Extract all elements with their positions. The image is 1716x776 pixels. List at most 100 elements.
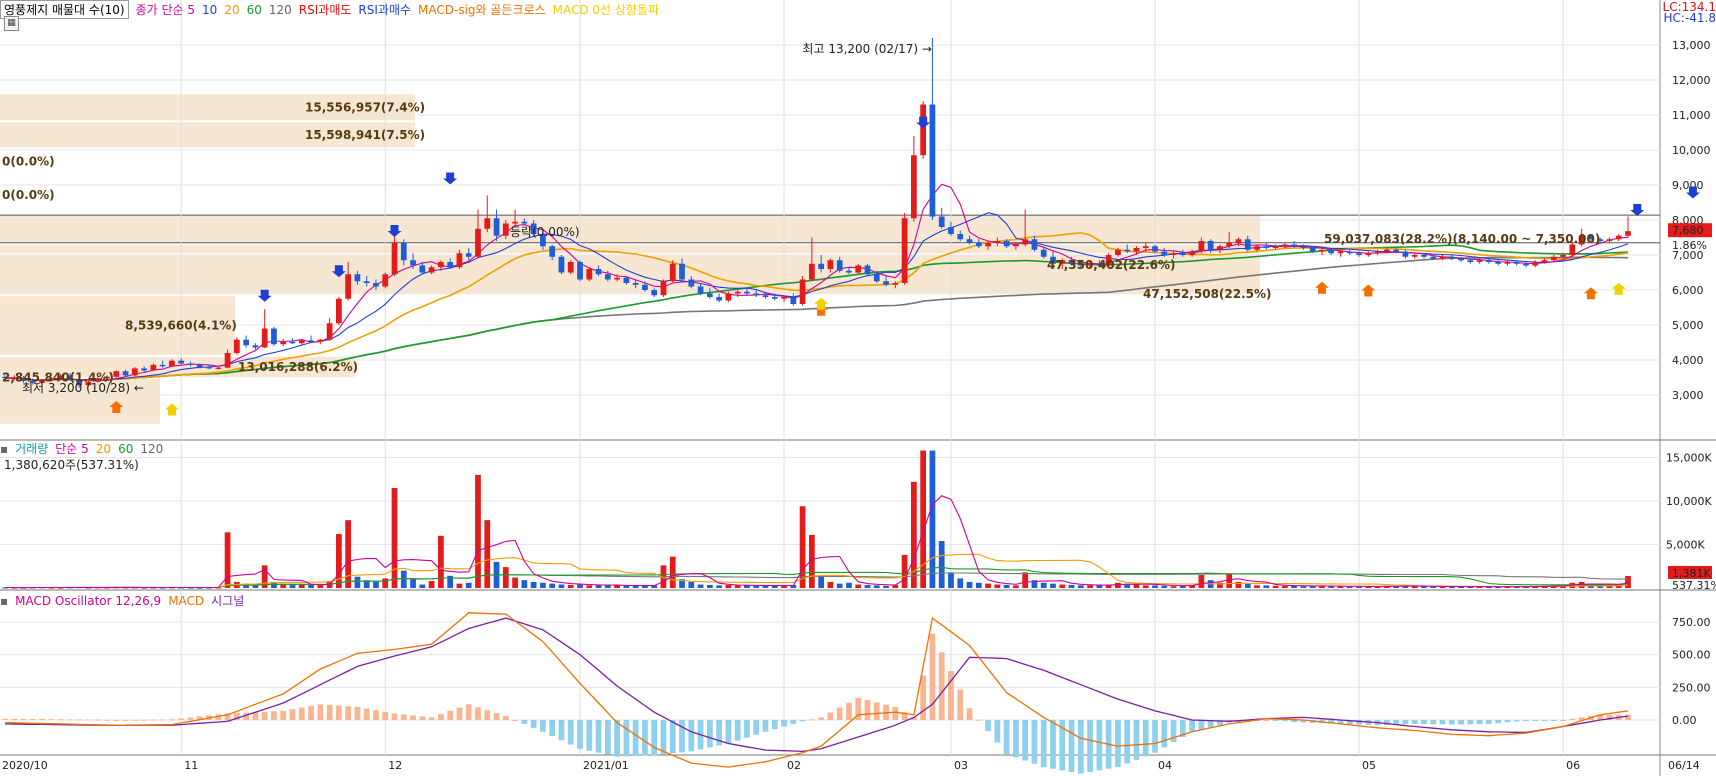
volume-profile-label: 15,556,957(7.4%) — [305, 100, 425, 114]
grid-icon[interactable]: ▦ — [4, 16, 19, 31]
macd-oscillator-bar — [1504, 720, 1511, 723]
macd-oscillator-bar — [298, 707, 305, 720]
macd-oscillator-bar — [1550, 720, 1557, 721]
candle-body — [994, 241, 1001, 243]
volume-bar — [484, 520, 491, 588]
volume-bar — [456, 583, 463, 588]
candle-body — [1495, 262, 1502, 264]
high-annotation: 최고 13,200 (02/17) → — [802, 42, 932, 56]
volume-profile-band — [0, 244, 1260, 254]
x-tick-label: 02 — [787, 759, 801, 772]
macd-oscillator-bar — [1569, 718, 1576, 720]
volume-bar — [1161, 585, 1168, 588]
macd-oscillator-bar — [1523, 720, 1529, 721]
candle-body — [1504, 262, 1511, 264]
volume-bar — [873, 585, 880, 588]
macd-oscillator-bar — [57, 719, 64, 721]
candle-body — [308, 340, 314, 342]
legend-macd-golden-cross: MACD-sig와 골든크로스 — [418, 3, 546, 17]
candle-body — [929, 104, 936, 217]
volume-bar — [1133, 584, 1140, 588]
macd-oscillator-bar — [706, 720, 713, 748]
volume-bar — [1013, 585, 1019, 588]
candle-body — [725, 293, 732, 301]
candle-body — [1170, 253, 1177, 255]
candle-body — [243, 339, 250, 346]
macd-oscillator-bar — [317, 704, 324, 720]
volume-bar — [1254, 585, 1260, 588]
candle-body — [113, 371, 120, 377]
macd-oscillator-bar — [1411, 720, 1418, 724]
volume-bar — [1198, 574, 1205, 588]
volume-tick-label: 10,000K — [1666, 495, 1712, 508]
macd-oscillator-bar — [29, 718, 36, 720]
candle-body — [196, 364, 203, 367]
price-tick-label: 12,000 — [1672, 74, 1711, 87]
macd-oscillator-bar — [382, 711, 389, 720]
macd-oscillator-bar — [957, 689, 964, 720]
macd-oscillator-bar — [1467, 720, 1474, 725]
x-tick-label: 05 — [1362, 759, 1376, 772]
macd-oscillator-bar — [846, 702, 852, 720]
volume-profile-label: 15,598,941(7.5%) — [305, 128, 425, 142]
candle-body — [1244, 239, 1251, 250]
stock-chart[interactable]: 3,0004,0005,0006,0007,0008,0009,00010,00… — [0, 0, 1716, 776]
volume-bar — [975, 582, 982, 588]
volume-bar — [753, 585, 760, 588]
macd-oscillator-bar — [438, 714, 444, 720]
candle-body — [326, 323, 333, 340]
candle-body — [1281, 244, 1288, 247]
candle-body — [1569, 244, 1576, 255]
macd-oscillator-bar — [410, 715, 416, 720]
candle-body — [484, 218, 491, 229]
chart-title[interactable]: 영풍제지 매물대 수(10) — [0, 0, 129, 19]
x-tick-label: 06 — [1566, 759, 1580, 772]
candle-body — [271, 328, 277, 345]
legend-signal: 시그널 — [211, 594, 245, 608]
macd-oscillator-bar — [159, 719, 166, 721]
candle-body — [753, 293, 760, 296]
volume-bar — [558, 584, 565, 588]
candle-body — [549, 246, 556, 257]
volume-bar — [1356, 586, 1362, 588]
volume-tick-label: 5,000K — [1666, 539, 1705, 552]
macd-oscillator-bar — [1068, 720, 1075, 772]
candle-body — [382, 274, 389, 287]
macd-oscillator-bar — [530, 720, 537, 728]
macd-oscillator-bar — [567, 720, 574, 745]
volume-bar — [410, 579, 416, 588]
hc-label: HC:-41.8 — [1663, 11, 1716, 25]
macd-oscillator-bar — [122, 719, 129, 721]
macd-oscillator-bar — [642, 720, 648, 756]
x-tick-label: 2021/01 — [583, 759, 629, 772]
macd-oscillator-bar — [289, 709, 296, 720]
macd-oscillator-bar — [1495, 720, 1502, 724]
candle-body — [1402, 251, 1409, 257]
price-tick-label: 6,000 — [1672, 284, 1704, 297]
volume-bar — [1059, 584, 1066, 588]
candle-body — [1189, 251, 1195, 255]
macd-oscillator-bar — [1077, 720, 1084, 774]
volume-bar — [883, 585, 889, 588]
candle-body — [1115, 249, 1121, 255]
volume-bar — [419, 584, 426, 588]
macd-oscillator-bar — [540, 720, 546, 732]
macd-oscillator-bar — [688, 720, 695, 752]
candle-body — [141, 368, 147, 371]
candle-body — [864, 265, 871, 275]
candle-body — [558, 256, 565, 273]
macd-oscillator-bar — [456, 707, 463, 720]
macd-oscillator-bar — [465, 704, 472, 720]
candle-body — [233, 339, 240, 353]
price-legend: 영풍제지 매물대 수(10) 종가 단순 5 10 20 60 120 RSI과… — [0, 0, 666, 19]
macd-oscillator-bar — [1013, 720, 1019, 758]
macd-oscillator-bar — [1096, 720, 1103, 771]
candle-body — [224, 353, 231, 368]
legend-ma5: 종가 단순 5 — [135, 3, 196, 17]
macd-oscillator-bar — [131, 719, 138, 721]
volume-bar — [957, 578, 964, 588]
candle-body — [159, 364, 166, 367]
candle-body — [1124, 249, 1131, 252]
candle-body — [122, 371, 129, 376]
candle-body — [1152, 246, 1158, 252]
